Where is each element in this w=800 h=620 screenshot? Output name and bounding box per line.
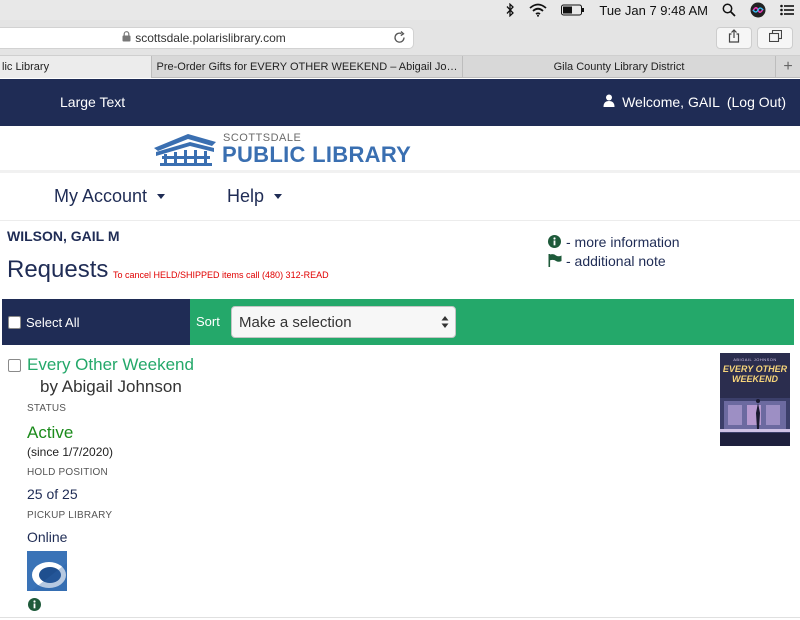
browser-tab-gila[interactable]: Gila County Library District <box>463 56 776 78</box>
logo-big-text: PUBLIC LIBRARY <box>222 142 412 167</box>
item-title-link[interactable]: Every Other Weekend <box>27 355 194 375</box>
legend-info-text: - more information <box>566 233 680 250</box>
cover-title-line-2: WEEKEND <box>731 374 778 384</box>
legend-note: - additional note <box>548 251 680 270</box>
item-divider <box>0 617 800 618</box>
caret-down-icon <box>274 194 283 199</box>
overdrive-logo[interactable] <box>27 551 67 591</box>
flag-icon <box>548 254 562 267</box>
main-menu: My Account Help <box>0 173 800 221</box>
battery-icon[interactable] <box>561 4 585 16</box>
status-since: (since 1/7/2020) <box>27 445 114 459</box>
share-button[interactable] <box>716 27 752 49</box>
welcome-area: Welcome, GAIL (Log Out) <box>603 94 786 110</box>
legend-info: - more information <box>548 232 680 251</box>
item-info-icon[interactable] <box>28 598 41 616</box>
wifi-icon[interactable] <box>529 3 547 17</box>
caret-down-icon <box>157 194 166 199</box>
page-title: Requests <box>7 256 109 283</box>
address-url: scottsdale.polarislibrary.com <box>135 31 286 45</box>
patron-name: WILSON, GAIL M <box>7 228 120 244</box>
select-all-label: Select All <box>26 314 80 330</box>
hold-position-value: 25 of 25 <box>27 486 78 502</box>
large-text-link[interactable]: Large Text <box>60 94 125 110</box>
tab-label: Pre-Order Gifts for EVERY OTHER WEEKEND … <box>156 61 458 73</box>
menu-label: My Account <box>54 186 148 206</box>
select-arrows-icon <box>441 315 449 333</box>
share-icon <box>728 28 740 48</box>
menu-label: Help <box>227 186 265 206</box>
hold-position-label: HOLD POSITION <box>27 467 108 478</box>
library-logo[interactable]: SCOTTSDALE PUBLIC LIBRARY <box>152 132 411 166</box>
system-menubar: Tue Jan 7 9:48 AM <box>0 0 800 20</box>
browser-tab-strip: lic Library Pre-Order Gifts for EVERY OT… <box>0 56 800 78</box>
item-checkbox[interactable] <box>8 359 21 372</box>
welcome-text: Welcome, GAIL <box>622 94 720 110</box>
sort-bar: Select All Sort Make a selection <box>2 299 794 345</box>
lock-icon <box>122 31 131 45</box>
spotlight-search-icon[interactable] <box>722 3 736 17</box>
overdrive-logo-icon <box>27 551 67 591</box>
menu-help[interactable]: Help <box>227 186 283 207</box>
legend-note-text: - additional note <box>566 252 666 269</box>
menubar-clock[interactable]: Tue Jan 7 9:48 AM <box>599 3 708 18</box>
logout-link[interactable]: (Log Out) <box>727 94 786 110</box>
browser-tab-library[interactable]: lic Library <box>0 56 152 78</box>
pickup-library-label: PICKUP LIBRARY <box>27 510 113 521</box>
cover-title: EVERY OTHER WEEKEND <box>720 364 790 384</box>
browser-tab-preorder[interactable]: Pre-Order Gifts for EVERY OTHER WEEKEND … <box>152 56 463 78</box>
sort-select[interactable]: Make a selection <box>231 306 456 338</box>
item-author: by Abigail Johnson <box>40 377 182 396</box>
status-label: STATUS <box>27 403 67 414</box>
logo-band: SCOTTSDALE PUBLIC LIBRARY <box>0 126 800 173</box>
browser-toolbar: scottsdale.polarislibrary.com <box>0 20 800 56</box>
siri-icon[interactable] <box>750 2 766 18</box>
new-tab-button[interactable]: + <box>776 56 800 77</box>
library-building-logo-icon <box>154 134 216 166</box>
sort-area: Sort Make a selection <box>190 299 794 345</box>
icon-legend: - more information - additional note <box>548 232 680 270</box>
menu-my-account[interactable]: My Account <box>54 186 166 207</box>
bluetooth-icon[interactable] <box>505 3 515 17</box>
tab-label: lic Library <box>2 61 50 73</box>
cover-author: ABIGAIL JOHNSON <box>733 357 777 362</box>
pickup-library-value: Online <box>27 529 68 545</box>
tab-overview-button[interactable] <box>757 27 793 49</box>
reload-icon[interactable] <box>393 31 407 48</box>
user-icon <box>603 94 615 110</box>
status-value: Active <box>27 423 74 442</box>
cover-title-line-1: EVERY OTHER <box>722 364 788 374</box>
tabs-overview-icon <box>768 29 782 47</box>
address-bar[interactable]: scottsdale.polarislibrary.com <box>0 27 414 49</box>
select-all[interactable]: Select All <box>2 299 190 345</box>
sort-label: Sort <box>196 314 220 329</box>
control-center-icon[interactable] <box>780 4 794 16</box>
tab-label: Gila County Library District <box>553 61 685 73</box>
cancel-note: To cancel HELD/SHIPPED items call (480) … <box>113 270 329 280</box>
sort-select-value: Make a selection <box>239 313 352 331</box>
info-icon <box>548 235 562 248</box>
book-cover[interactable]: ABIGAIL JOHNSON EVERY OTHER WEEKEND <box>720 353 790 446</box>
site-top-bar: Large Text Welcome, GAIL (Log Out) <box>0 79 800 126</box>
select-all-checkbox[interactable] <box>8 315 21 329</box>
